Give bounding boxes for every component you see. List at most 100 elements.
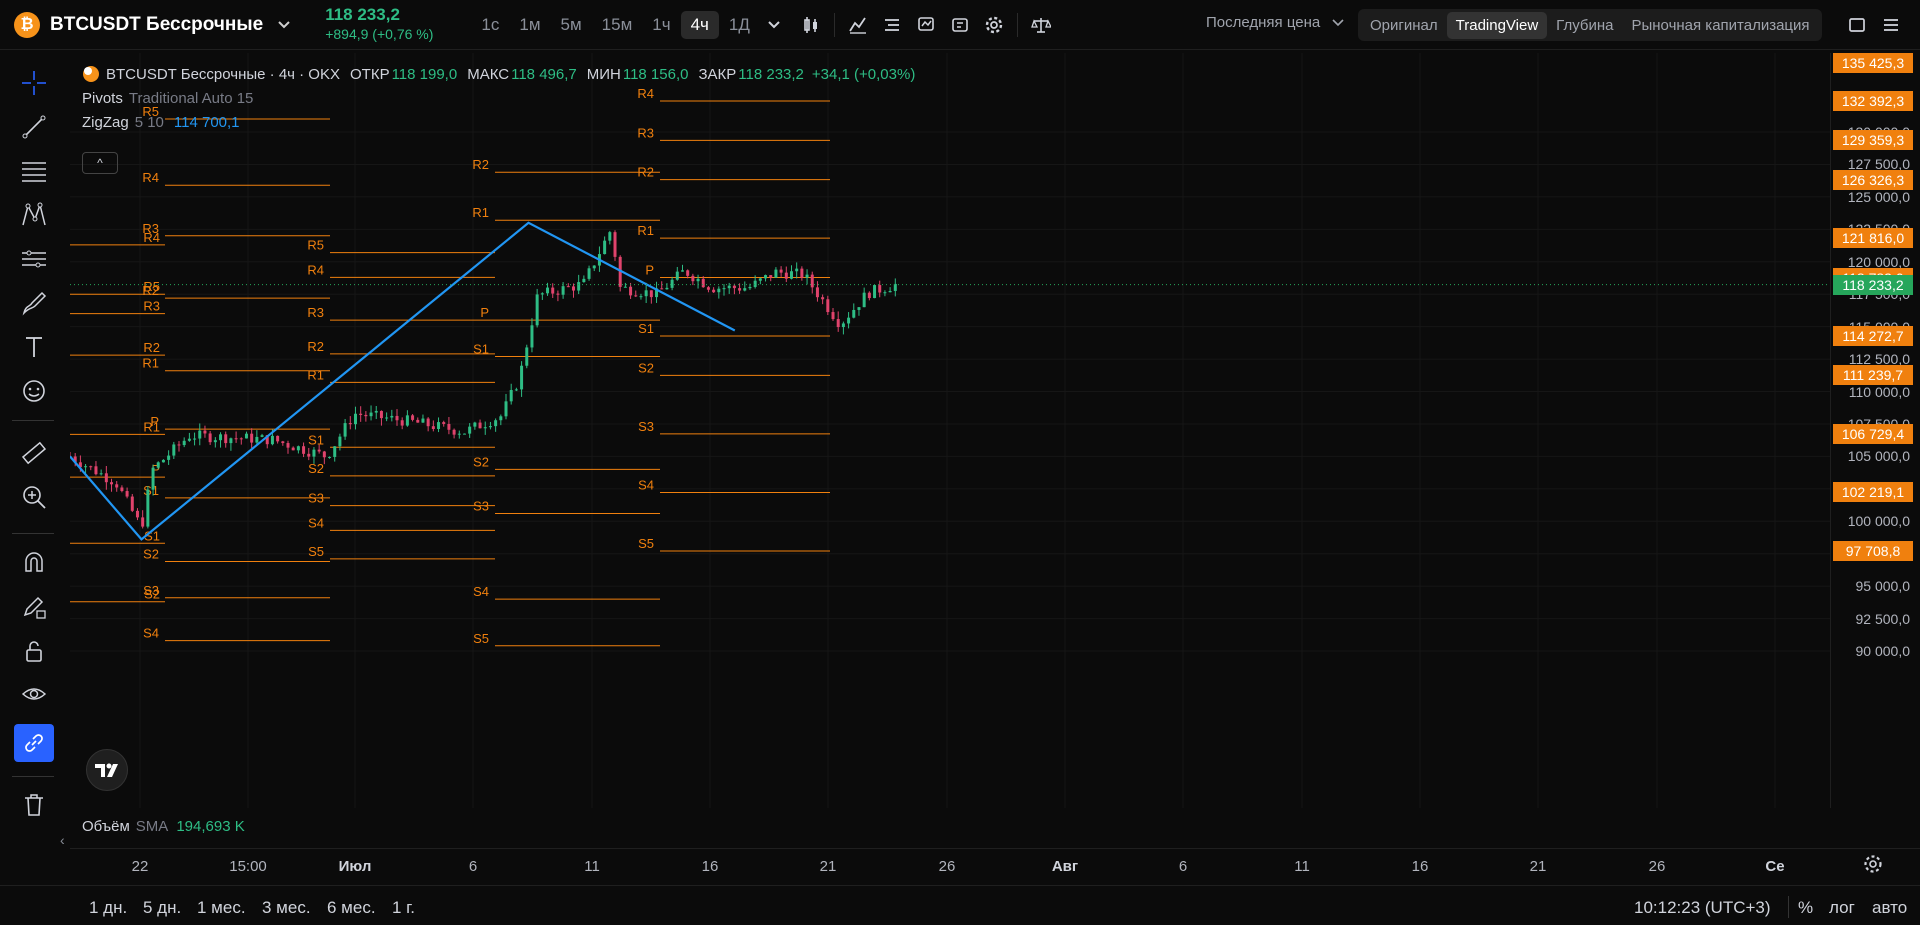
range-1m[interactable]: 1 мес. [197, 898, 246, 918]
tradingview-logo-icon [95, 763, 118, 777]
text-icon[interactable] [14, 328, 54, 366]
collapse-toolbar-icon[interactable]: ‹ [60, 832, 65, 848]
eye-icon[interactable] [14, 676, 54, 714]
interval-1m[interactable]: 1м [509, 11, 550, 39]
candle-body [276, 435, 280, 442]
forecast-icon[interactable] [14, 240, 54, 278]
range-3m[interactable]: 3 мес. [262, 898, 311, 918]
time-axis[interactable]: 22 15:00 Июл 6 11 16 21 26 Авг 6 11 16 21 26 Се [70, 849, 1830, 883]
trend-line-icon[interactable] [14, 108, 54, 146]
candle-body [561, 286, 565, 295]
tradingview-logo[interactable] [86, 749, 128, 791]
zigzag-legend[interactable]: ZigZag 5 10 114 700,1 [82, 110, 915, 134]
interval-4h[interactable]: 4ч [680, 10, 719, 39]
log-toggle[interactable]: лог [1829, 898, 1855, 918]
candle-type-icon[interactable] [794, 8, 828, 42]
pivot-label-s3: S3 [638, 419, 654, 434]
auto-toggle[interactable]: авто [1872, 898, 1907, 918]
tab-original[interactable]: Оригинал [1361, 12, 1447, 39]
time-tick: Июл [338, 858, 372, 875]
symbol-selector[interactable]: ₿ BTCUSDT Бессрочные [0, 0, 291, 49]
emoji-icon[interactable] [14, 372, 54, 410]
pivot-label-s1: S1 [308, 432, 324, 447]
volume-legend[interactable]: Объём SMA 194,693 K [82, 818, 245, 835]
candle-body [530, 325, 534, 348]
ruler-icon[interactable] [14, 434, 54, 472]
clock[interactable]: 10:12:23 (UTC+3) [1634, 898, 1771, 918]
lock-icon[interactable] [14, 632, 54, 670]
price-chart[interactable]: R5 R4 R3 R2 R1 P S1 S2 R5 R4 R3 R2 R1 P S1 S2 S3 S4 R5 R4 R3… [70, 53, 1830, 808]
legend-collapse-button[interactable]: ^ [82, 152, 118, 174]
interval-1s[interactable]: 1с [471, 11, 509, 39]
compare-scale-icon[interactable] [1024, 8, 1058, 42]
interval-dropdown-icon[interactable] [760, 14, 788, 36]
draw-lock-icon[interactable] [14, 588, 54, 626]
fib-lines-icon[interactable] [14, 152, 54, 190]
price-type-dropdown[interactable]: Последняя цена [1206, 14, 1344, 31]
candle-body [743, 288, 747, 291]
candle-body [431, 426, 435, 429]
low-value: 118 156,0 [622, 65, 689, 83]
range-5d[interactable]: 5 дн. [143, 898, 181, 918]
candle-body [203, 430, 207, 434]
percent-toggle[interactable]: % [1798, 898, 1813, 918]
time-tick: 21 [1529, 858, 1547, 875]
candle-body [623, 286, 627, 288]
link-icon[interactable] [14, 724, 54, 762]
candle-body [307, 453, 311, 457]
crosshair-icon[interactable] [14, 64, 54, 102]
zoom-in-icon[interactable] [14, 478, 54, 516]
range-1d[interactable]: 1 дн. [89, 898, 127, 918]
range-1y[interactable]: 1 г. [392, 898, 415, 918]
candle-body [219, 434, 223, 441]
candle-body [198, 430, 202, 439]
price-tick: 100 000,0 [1847, 513, 1910, 530]
pivot-label-p: P [645, 263, 654, 278]
candle-body [84, 466, 88, 468]
menu-icon[interactable] [1874, 8, 1908, 42]
indicators-icon[interactable] [841, 8, 875, 42]
candle-body [130, 496, 134, 511]
trash-icon[interactable] [14, 786, 54, 824]
fullscreen-icon[interactable] [1840, 8, 1874, 42]
candle-body [867, 292, 871, 299]
pivot-price-label: 111 239,7 [1833, 365, 1913, 386]
pivot-label-p: P [480, 305, 489, 320]
pivots-legend[interactable]: Pivots Traditional Auto 15 [82, 86, 915, 110]
alert-icon[interactable] [909, 8, 943, 42]
interval-1h[interactable]: 1ч [642, 11, 680, 39]
interval-15m[interactable]: 15м [592, 11, 643, 39]
time-tick: Авг [1051, 858, 1079, 875]
candle-body [462, 433, 466, 435]
objects-tree-icon[interactable] [875, 8, 909, 42]
candle-body [873, 285, 877, 299]
pattern-icon[interactable] [14, 196, 54, 234]
brush-icon[interactable] [14, 284, 54, 322]
okx-logo-icon [83, 66, 99, 82]
range-6m[interactable]: 6 мес. [327, 898, 376, 918]
candle-body [587, 268, 591, 279]
zigzag-value: 114 700,1 [173, 113, 240, 131]
magnet-icon[interactable] [14, 544, 54, 582]
pivot-label-r2: R2 [143, 340, 160, 355]
gear-icon[interactable] [977, 8, 1011, 42]
replay-icon[interactable] [943, 8, 977, 42]
high-label: МАКС [467, 65, 510, 83]
candle-body [841, 323, 845, 328]
axis-settings-icon[interactable] [1862, 853, 1884, 880]
tab-market-cap[interactable]: Рыночная капитализация [1622, 12, 1818, 39]
interval-1d[interactable]: 1Д [719, 11, 760, 39]
pivot-label-s3: S3 [473, 498, 489, 513]
price-axis[interactable]: 130 000,0127 500,0125 000,0122 500,0120 … [1830, 53, 1920, 808]
candle-body [379, 410, 383, 419]
candle-body [494, 420, 498, 427]
candle-body [504, 401, 508, 417]
tab-depth[interactable]: Глубина [1547, 12, 1622, 39]
tab-tradingview[interactable]: TradingView [1446, 11, 1548, 39]
candle-body [374, 410, 378, 413]
volume-value: 194,693 K [176, 818, 245, 835]
price-type-label: Последняя цена [1206, 14, 1321, 31]
candle-body [364, 414, 368, 417]
interval-5m[interactable]: 5м [551, 11, 592, 39]
candle-body [686, 270, 690, 276]
